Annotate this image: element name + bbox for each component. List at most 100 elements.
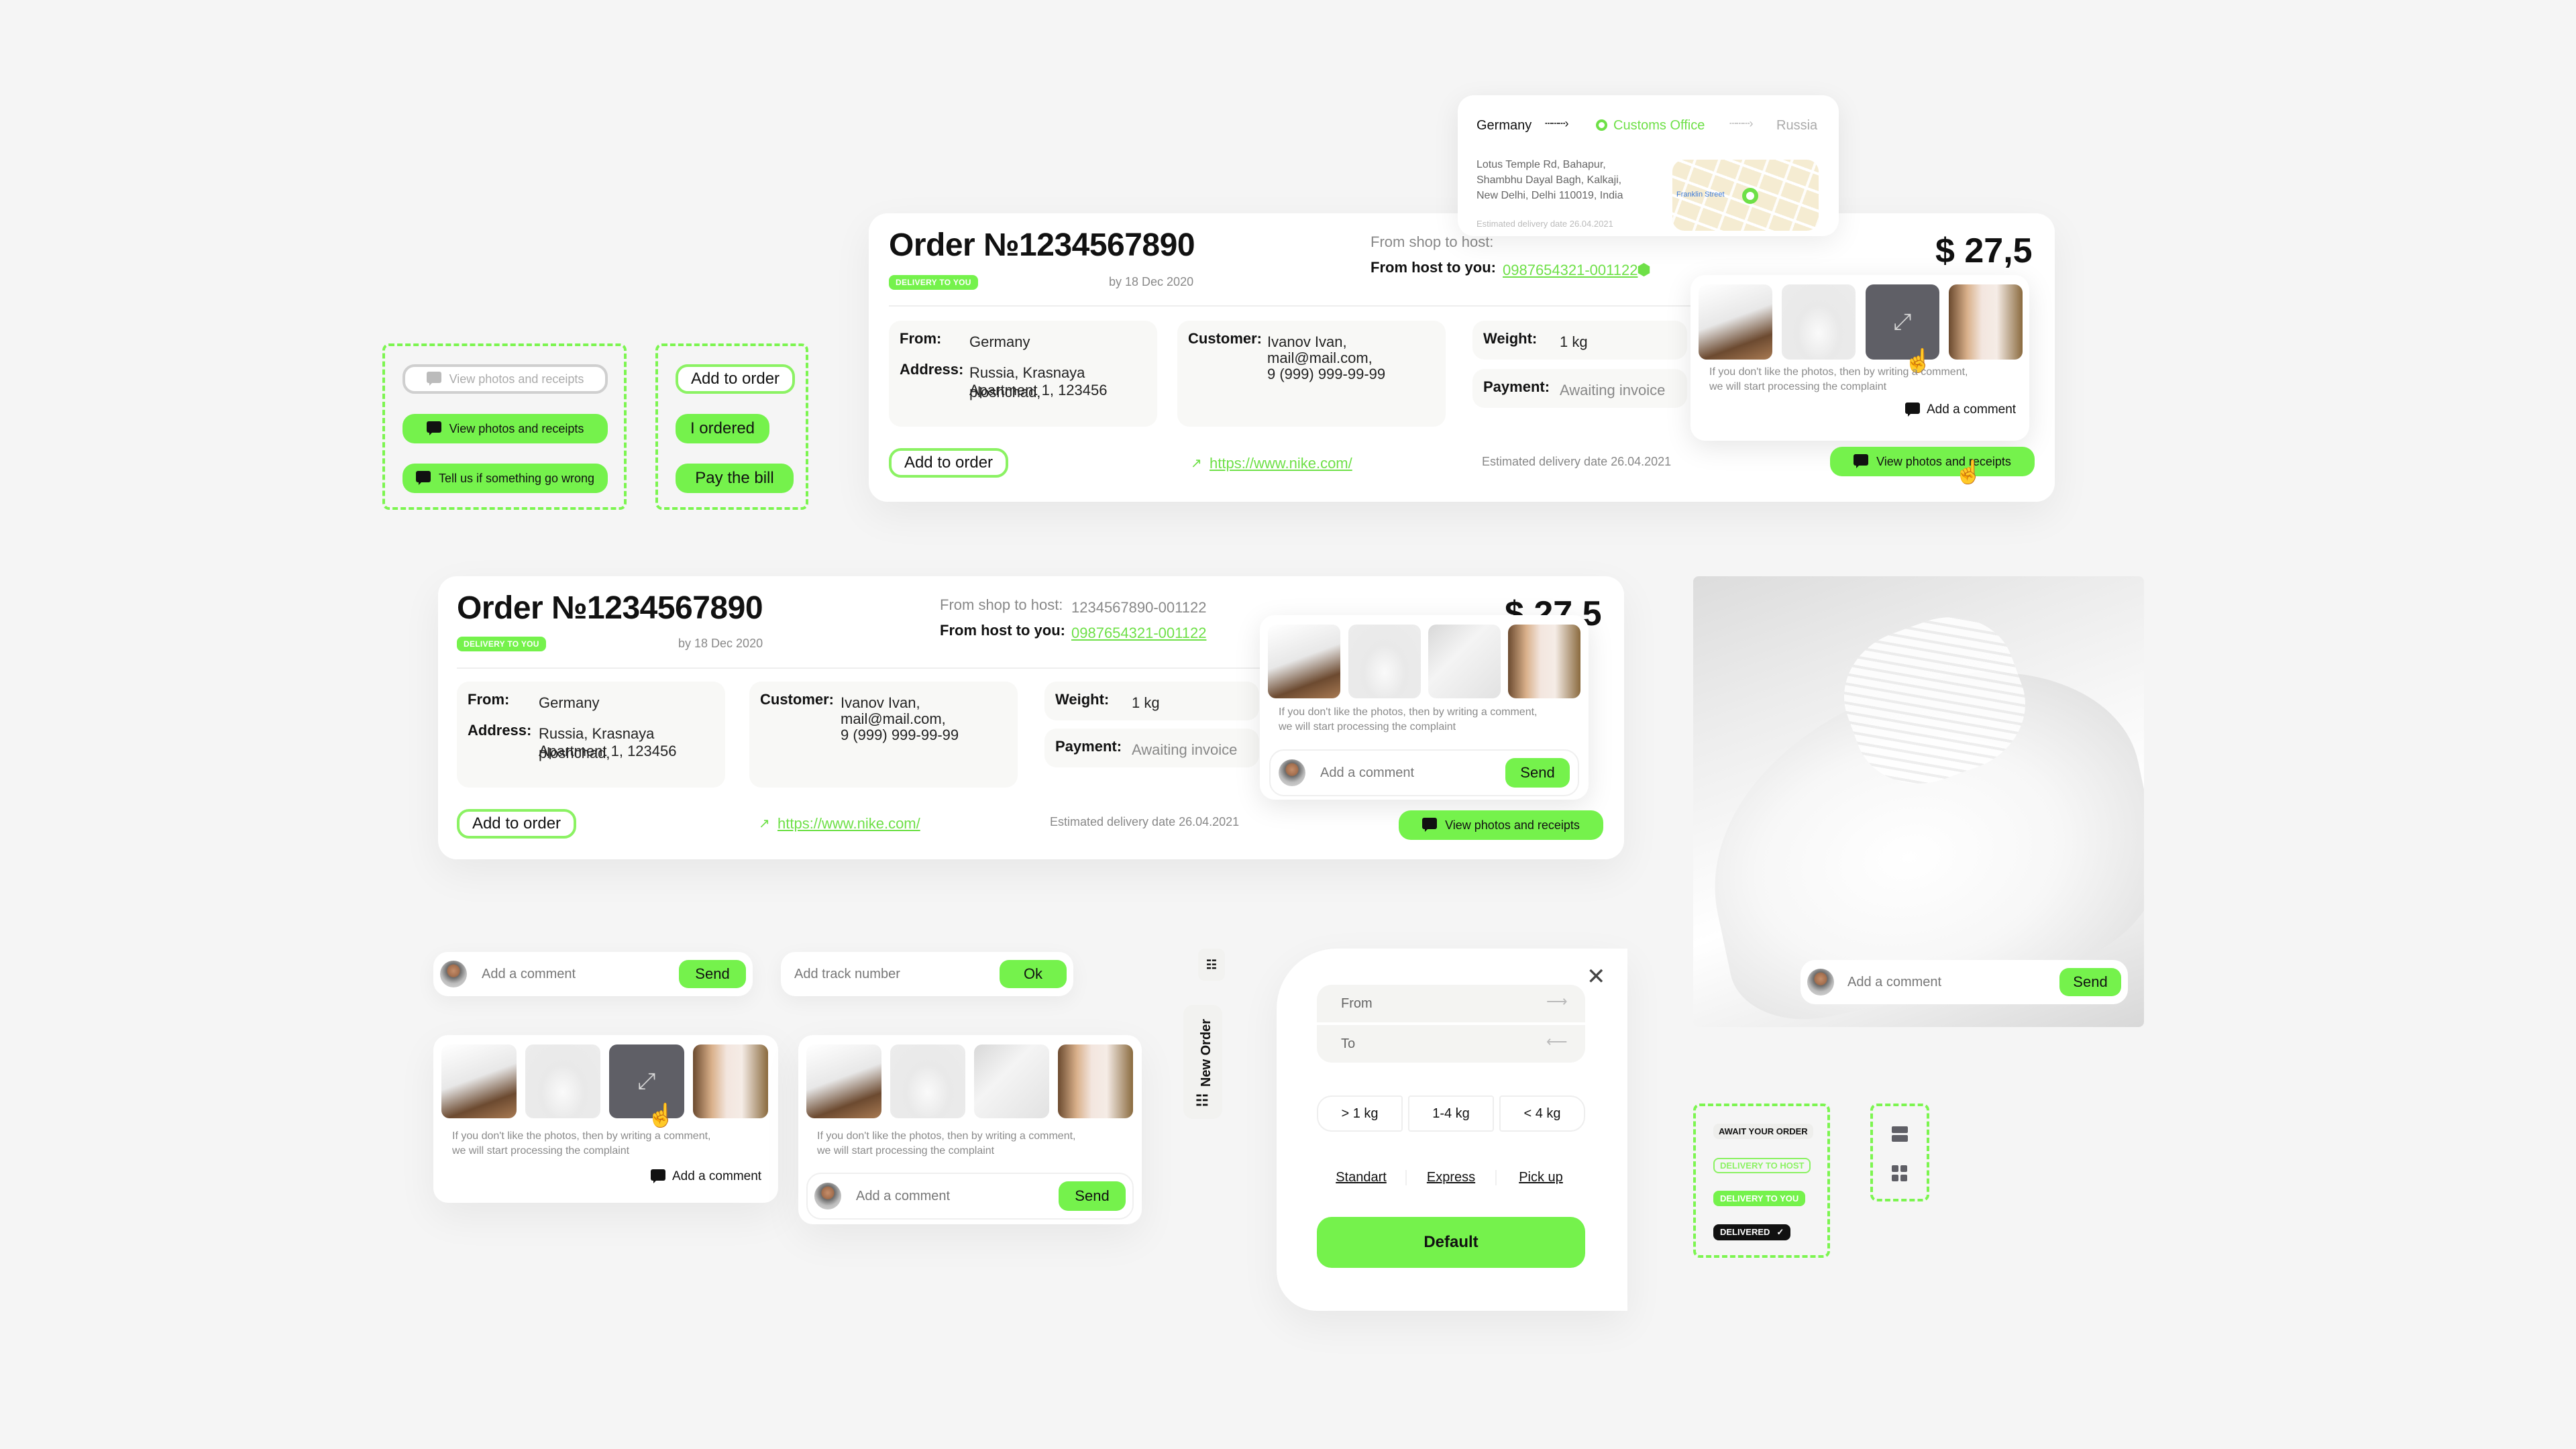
send-button[interactable]: Send bbox=[2059, 968, 2121, 996]
from-field[interactable]: From ⟶ bbox=[1317, 985, 1585, 1022]
add-to-order-button[interactable]: Add to order bbox=[457, 809, 576, 839]
weight-option[interactable]: 1-4 kg bbox=[1408, 1095, 1494, 1132]
badge-delivery-to-host: DELIVERY TO HOST bbox=[1713, 1158, 1811, 1173]
photo-thumbnail[interactable] bbox=[890, 1044, 965, 1118]
photo-thumbnail[interactable] bbox=[806, 1044, 881, 1118]
order-date: by 18 Dec 2020 bbox=[678, 637, 763, 650]
photo-hint: If you don't like the photos, then by wr… bbox=[1709, 366, 1968, 392]
add-to-order-button[interactable]: Add to order bbox=[676, 364, 795, 394]
photo-popup: If you don't like the photos, then by wr… bbox=[1260, 615, 1589, 800]
from-shop-label: From shop to host: bbox=[940, 596, 1063, 613]
receipt-thumbnail[interactable] bbox=[1949, 284, 2023, 360]
send-button[interactable]: Send bbox=[679, 960, 746, 988]
add-comment-link[interactable]: Add a comment bbox=[651, 1169, 761, 1184]
expand-icon: ⤢ bbox=[637, 1068, 656, 1094]
i-ordered-button[interactable]: I ordered bbox=[676, 414, 769, 443]
track-number-bar: Add track number Ok bbox=[781, 952, 1073, 996]
photo-panel-2: If you don't like the photos, then by wr… bbox=[798, 1035, 1142, 1224]
expand-icon: ⤢ bbox=[1893, 309, 1912, 335]
photo-thumbnail[interactable] bbox=[441, 1044, 517, 1118]
tracking-link[interactable]: 0987654321-001122 bbox=[1503, 262, 1638, 279]
current-location-icon bbox=[1596, 119, 1607, 131]
photo-thumbnail[interactable] bbox=[1699, 284, 1772, 360]
photo-thumbnail[interactable] bbox=[1782, 284, 1856, 360]
grid-view-icon[interactable] bbox=[1892, 1165, 1908, 1181]
side-icon-button[interactable]: ☷ bbox=[1198, 949, 1225, 981]
hand-cursor-icon: ☝ bbox=[1954, 460, 1983, 485]
list-view-icon[interactable] bbox=[1892, 1126, 1908, 1142]
receipt-thumbnail[interactable] bbox=[1058, 1044, 1133, 1118]
route-destination: Russia bbox=[1776, 118, 1818, 133]
map-thumbnail[interactable]: Franklin Street bbox=[1672, 160, 1819, 231]
from-shop-value: 1234567890-001122 bbox=[1071, 599, 1207, 616]
weight-option[interactable]: < 4 kg bbox=[1499, 1095, 1585, 1132]
badge-delivery-to-you: DELIVERY TO YOU bbox=[1713, 1191, 1806, 1206]
package-icon: ⬢ bbox=[1637, 261, 1651, 279]
default-submit-button[interactable]: Default bbox=[1317, 1217, 1585, 1268]
close-icon[interactable]: ✕ bbox=[1587, 963, 1606, 990]
send-button[interactable]: Send bbox=[1505, 758, 1570, 788]
view-photos-button[interactable]: View photos and receipts bbox=[402, 414, 608, 443]
external-link-icon: ↗ bbox=[759, 816, 770, 831]
receipt-thumbnail[interactable] bbox=[693, 1044, 768, 1118]
view-photos-disabled-button[interactable]: View photos and receipts bbox=[402, 364, 608, 394]
photo-viewer[interactable]: Add a comment Send bbox=[1693, 576, 2144, 1027]
badge-await-order: AWAIT YOUR ORDER bbox=[1713, 1124, 1813, 1139]
from-host-label: From host to you: bbox=[1371, 259, 1496, 276]
message-icon bbox=[1422, 818, 1438, 833]
add-comment-link[interactable]: Add a comment bbox=[1905, 402, 2016, 417]
view-photos-button[interactable]: View photos and receipts bbox=[1830, 447, 2035, 476]
new-order-form: ✕ From ⟶ To ⟵ > 1 kg 1-4 kg < 4 kg Stand… bbox=[1277, 949, 1627, 1311]
view-photos-button[interactable]: View photos and receipts bbox=[1399, 810, 1603, 840]
from-host-label: From host to you: bbox=[940, 622, 1065, 639]
new-order-label: New Order bbox=[1199, 1018, 1214, 1087]
pay-the-bill-button[interactable]: Pay the bill bbox=[676, 464, 794, 493]
order-card-1: Order №1234567890 DELIVERY TO YOU by 18 … bbox=[869, 213, 2055, 502]
weight-option[interactable]: > 1 kg bbox=[1317, 1095, 1403, 1132]
map-pin-icon bbox=[1742, 188, 1758, 204]
photo-thumbnail[interactable] bbox=[974, 1044, 1049, 1118]
comment-input[interactable]: Add a comment bbox=[482, 967, 679, 982]
tracking-popup: Germany ┄┄┄› Customs Office ┄┄┄› Russia … bbox=[1458, 95, 1839, 236]
ok-button[interactable]: Ok bbox=[1000, 960, 1067, 988]
order-title: Order №1234567890 bbox=[457, 590, 763, 626]
view-toggle-set bbox=[1870, 1104, 1929, 1201]
add-to-order-button[interactable]: Add to order bbox=[889, 448, 1008, 478]
photo-thumbnail[interactable] bbox=[1348, 625, 1421, 698]
message-icon bbox=[1905, 402, 1920, 417]
send-button[interactable]: Send bbox=[1059, 1181, 1126, 1211]
ticket-icon: ☷ bbox=[1195, 1092, 1209, 1109]
receipt-thumbnail[interactable] bbox=[1508, 625, 1580, 698]
photo-thumbnail[interactable] bbox=[1428, 625, 1501, 698]
status-badge: DELIVERY TO YOU bbox=[457, 637, 546, 651]
button-set-2: Add to order I ordered Pay the bill bbox=[655, 343, 808, 510]
avatar bbox=[814, 1183, 841, 1210]
photo-thumbnail[interactable] bbox=[525, 1044, 600, 1118]
delivery-option-standart[interactable]: Standart bbox=[1317, 1170, 1407, 1185]
status-badge-set: AWAIT YOUR ORDER DELIVERY TO HOST DELIVE… bbox=[1693, 1104, 1830, 1258]
avatar bbox=[1279, 759, 1305, 786]
estimated-delivery: Estimated delivery date 26.04.2021 bbox=[1477, 219, 1613, 229]
route-current: Customs Office bbox=[1613, 118, 1705, 133]
track-number-input[interactable]: Add track number bbox=[794, 967, 1000, 982]
shop-link[interactable]: https://www.nike.com/ bbox=[777, 815, 920, 833]
payment-info-box: Payment: Awaiting invoice bbox=[1044, 729, 1259, 767]
to-field[interactable]: To ⟵ bbox=[1317, 1025, 1585, 1063]
tell-us-button[interactable]: Tell us if something go wrong bbox=[402, 464, 608, 493]
customer-info-box: Customer: Ivanov Ivan, mail@mail.com, 9 … bbox=[1177, 321, 1446, 427]
ticket-icon: ☷ bbox=[1205, 957, 1218, 971]
comment-input[interactable]: Add a comment bbox=[1847, 975, 2059, 990]
delivery-option-pick-up[interactable]: Pick up bbox=[1497, 1170, 1585, 1185]
comment-input[interactable]: Add a comment bbox=[856, 1189, 1059, 1204]
dotted-arrow-icon: ┄┄┄› bbox=[1729, 117, 1754, 130]
shop-link[interactable]: https://www.nike.com/ bbox=[1210, 455, 1352, 472]
photo-thumbnail[interactable] bbox=[1268, 625, 1340, 698]
comment-input[interactable]: Add a comment bbox=[1320, 765, 1505, 781]
new-order-side-tab[interactable]: New Order ☷ bbox=[1183, 1005, 1222, 1119]
delivery-option-express[interactable]: Express bbox=[1407, 1170, 1497, 1185]
badge-delivered: DELIVERED ✓ bbox=[1713, 1224, 1791, 1240]
delivery-type-options: Standart Express Pick up bbox=[1317, 1170, 1585, 1185]
photo-popup: ⤢ ☝ If you don't like the photos, then b… bbox=[1690, 275, 2029, 441]
weight-info-box: Weight: 1 kg bbox=[1472, 321, 1687, 360]
tracking-link[interactable]: 0987654321-001122 bbox=[1071, 625, 1206, 642]
